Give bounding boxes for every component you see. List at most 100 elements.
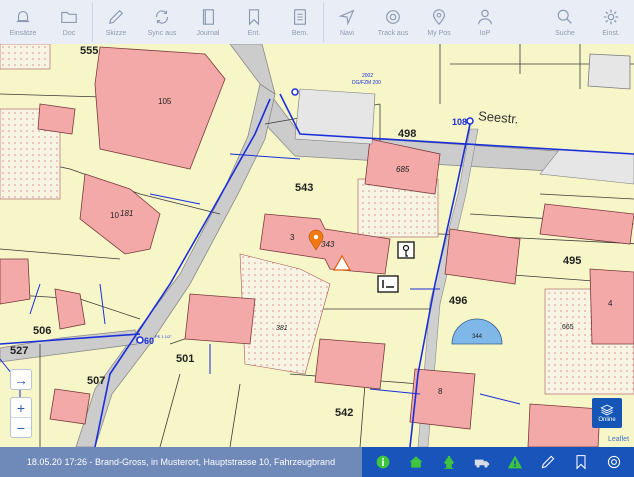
toolbar-item-journal[interactable]: Journal xyxy=(185,0,231,44)
toolbar-item-label: Suche xyxy=(555,30,575,37)
sync-icon xyxy=(156,10,168,24)
journal-icon xyxy=(202,9,214,25)
building xyxy=(314,338,386,390)
toolbar-item-skizze[interactable]: Skizze xyxy=(93,0,139,44)
building xyxy=(0,258,31,305)
online-label: Online xyxy=(598,417,616,423)
lifebuoy-icon xyxy=(607,455,620,469)
warning-icon xyxy=(507,455,522,469)
toolbar-item-label: Skizze xyxy=(105,30,127,37)
parcel-label: 685 xyxy=(396,165,410,174)
locate-control[interactable]: → xyxy=(10,369,32,390)
fire-alarm-box-icon xyxy=(377,275,399,293)
parcel-label: 343 xyxy=(321,240,335,249)
parcel-label: 344 xyxy=(472,334,483,340)
pipe-label: PE 1 1/2" xyxy=(155,334,172,339)
info-icon xyxy=(376,455,389,469)
hydrant-button[interactable] xyxy=(439,452,459,472)
toolbar-item-label: Track aus xyxy=(377,30,409,37)
toolbar-item-label: Ent. xyxy=(247,30,261,37)
parcel-label: 506 xyxy=(33,325,51,337)
toolbar-item-label: IoP xyxy=(479,30,491,37)
zoom-control: + − xyxy=(10,397,32,438)
toolbar-item-label: Doc xyxy=(62,30,76,37)
building xyxy=(587,53,631,90)
sketch-button[interactable] xyxy=(538,452,558,472)
toolbar-item-mypos[interactable]: My Pos xyxy=(416,0,462,44)
warning-button[interactable] xyxy=(505,452,525,472)
parcel-label: 381 xyxy=(276,325,288,332)
toolbar-item-doc[interactable]: Doc xyxy=(46,0,92,44)
layers-online-button[interactable]: Online xyxy=(592,398,622,428)
parcel-label: 105 xyxy=(158,97,172,106)
toolbar-item-label: Sync aus xyxy=(147,30,177,37)
incident-status-text[interactable]: 18.05.20 17:26 - Brand-Gross, in Mustero… xyxy=(0,447,362,477)
toolbar-item-suche[interactable]: Suche xyxy=(542,0,588,44)
valve-marker xyxy=(136,336,144,344)
toolbar-item-navi[interactable]: Navi xyxy=(324,0,370,44)
parcel-label: 10 xyxy=(110,211,119,220)
building xyxy=(184,293,256,345)
bookmark-icon xyxy=(248,9,260,26)
location-pin-icon xyxy=(433,9,445,26)
parcel-label: 542 xyxy=(335,407,353,419)
bookmark-icon xyxy=(575,455,586,470)
pipe-label: 108 xyxy=(452,117,467,127)
building xyxy=(444,228,521,285)
zoom-in-button[interactable]: + xyxy=(11,398,31,417)
map-canvas: 555 105 498 685 543 3 343 10 181 495 496… xyxy=(0,44,634,447)
hatched-area xyxy=(0,44,51,70)
parcel-label: 543 xyxy=(295,182,313,194)
parcel-label: 496 xyxy=(449,295,467,307)
valve-marker xyxy=(466,117,474,125)
zoom-out-button[interactable]: − xyxy=(11,417,31,437)
map-view[interactable]: 555 105 498 685 543 3 343 10 181 495 496… xyxy=(0,44,634,447)
folder-icon xyxy=(61,11,77,23)
toolbar-item-label: Einsätze xyxy=(9,30,37,37)
parcel-label: 3 xyxy=(290,233,295,242)
building xyxy=(49,388,91,425)
bookmark-button[interactable] xyxy=(571,452,591,472)
truck-icon xyxy=(474,459,489,468)
person-icon xyxy=(478,9,492,25)
info-button[interactable] xyxy=(373,452,393,472)
vehicle-button[interactable] xyxy=(472,452,492,472)
toolbar-item-label: My Pos xyxy=(427,30,451,37)
parcel-label: 498 xyxy=(398,128,416,140)
status-bar: 18.05.20 17:26 - Brand-Gross, in Mustero… xyxy=(0,447,634,477)
toolbar-item-track[interactable]: Track aus xyxy=(370,0,416,44)
parcel-label: 665 xyxy=(562,324,574,331)
note-icon xyxy=(294,9,306,25)
toolbar-item-label: Navi xyxy=(339,30,354,37)
pencil-icon xyxy=(108,9,124,25)
toolbar-item-einsaetze[interactable]: Einsätze xyxy=(0,0,46,44)
incident-marker-dot xyxy=(313,234,319,240)
toolbar-item-sync[interactable]: Sync aus xyxy=(139,0,185,44)
leaflet-attribution[interactable]: Leaflet xyxy=(608,436,629,443)
toolbar-item-einst[interactable]: Einst. xyxy=(588,0,634,44)
toolbar-item-ent[interactable]: Ent. xyxy=(231,0,277,44)
building xyxy=(54,288,86,330)
track-button[interactable] xyxy=(604,452,624,472)
building xyxy=(37,103,76,135)
toolbar-item-iop[interactable]: IoP xyxy=(462,0,508,44)
lifebuoy-icon xyxy=(386,10,400,24)
parcel-label: 507 xyxy=(87,375,105,387)
building xyxy=(409,368,476,430)
toolbar-item-label: Journal xyxy=(196,30,220,37)
parcel-label: 8 xyxy=(438,387,443,396)
toolbar-item-label: Bem. xyxy=(291,30,309,37)
parcel-label: 495 xyxy=(563,255,581,267)
home-button[interactable] xyxy=(406,452,426,472)
top-toolbar: Einsätze Doc Skizze Sync aus Journal Ent… xyxy=(0,0,634,45)
parcel-label: 501 xyxy=(176,353,194,365)
status-actions xyxy=(362,447,634,477)
parcel-label: 4 xyxy=(608,299,613,308)
pencil-icon xyxy=(541,455,554,469)
locate-button[interactable]: → xyxy=(11,370,31,389)
gear-icon xyxy=(603,9,619,25)
layers-icon xyxy=(600,404,614,416)
parcel-label: 527 xyxy=(10,345,28,357)
toolbar-item-bem[interactable]: Bem. xyxy=(277,0,323,44)
toolbar-item-label: Einst. xyxy=(602,30,620,37)
